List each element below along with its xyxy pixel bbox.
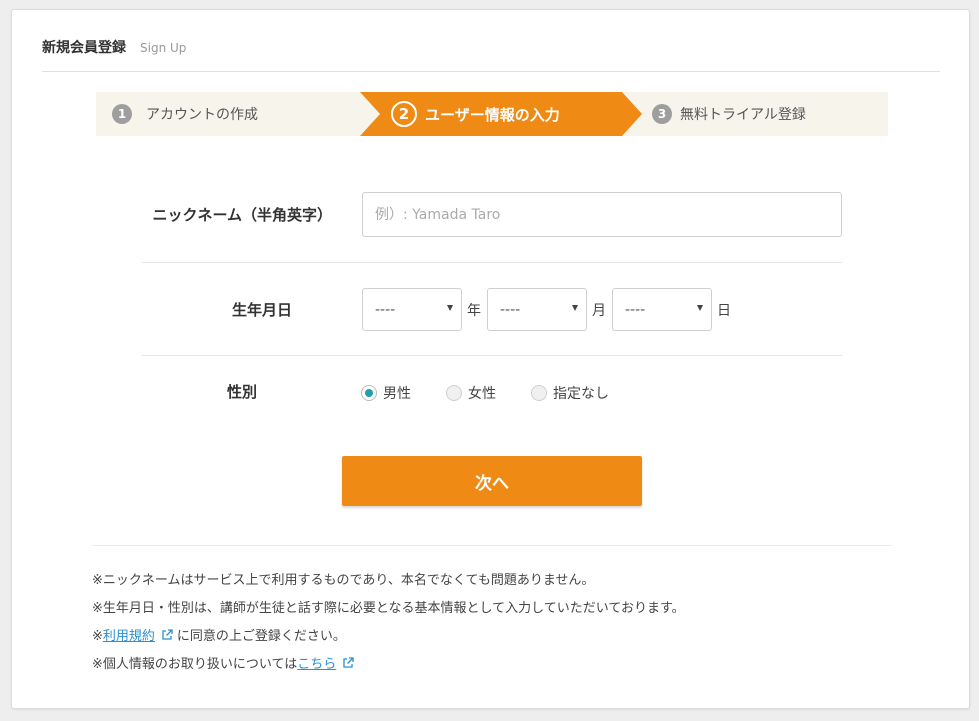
chevron-down-icon <box>697 305 703 311</box>
progress-steps: 1 アカウントの作成 2 ユーザー情報の入力 3 無料トライアル登録 <box>96 92 888 136</box>
gender-option-unspecified[interactable]: 指定なし <box>531 383 609 403</box>
note-birthday-gender: ※生年月日・性別は、講師が生徒と話す際に必要となる基本情報として入力していただい… <box>92 601 685 616</box>
gender-label: 性別 <box>226 382 257 401</box>
birth-year-select[interactable]: ---- <box>362 288 462 331</box>
nickname-label: ニックネーム（半角英字） <box>152 206 332 224</box>
note-prefix: ※個人情報のお取り扱いについては <box>92 657 298 672</box>
radio-checked-icon[interactable] <box>361 385 377 401</box>
step-number-1: 1 <box>112 104 132 124</box>
birthday-label: 生年月日 <box>231 301 292 319</box>
radio-unchecked-icon[interactable] <box>531 385 547 401</box>
row-divider <box>142 262 842 263</box>
page-title: 新規会員登録 <box>42 40 126 56</box>
radio-unchecked-icon[interactable] <box>446 385 462 401</box>
step-number-2: 2 <box>391 101 417 127</box>
step-label: 無料トライアル登録 <box>680 107 806 123</box>
month-unit: 月 <box>592 302 606 319</box>
external-link-icon[interactable] <box>161 629 173 641</box>
birth-month-value: ---- <box>500 301 521 318</box>
birth-day-value: ---- <box>625 301 646 318</box>
step-user-info: 2 ユーザー情報の入力 <box>391 92 560 136</box>
year-unit: 年 <box>467 302 481 319</box>
radio-label: 指定なし <box>553 386 609 402</box>
step-free-trial: 3 無料トライアル登録 <box>652 92 806 136</box>
nickname-input[interactable] <box>362 192 842 237</box>
signup-card: 新規会員登録 Sign Up 1 アカウントの作成 2 ユーザー情報の入力 3 … <box>11 9 970 709</box>
birth-day-select[interactable]: ---- <box>612 288 712 331</box>
notes: ※ニックネームはサービス上で利用するものであり、本名でなくても問題ありません。 … <box>92 571 685 683</box>
page-subtitle: Sign Up <box>140 41 187 55</box>
step-account-creation: 1 アカウントの作成 <box>112 92 258 136</box>
next-button[interactable]: 次へ <box>342 456 642 506</box>
external-link-icon[interactable] <box>342 657 354 669</box>
radio-label: 男性 <box>383 386 411 402</box>
chevron-down-icon <box>447 305 453 311</box>
note-privacy: ※個人情報のお取り扱いについてはこちら <box>92 655 685 683</box>
birth-month-select[interactable]: ---- <box>487 288 587 331</box>
row-divider <box>142 355 842 356</box>
step-number-3: 3 <box>652 104 672 124</box>
step-label: ユーザー情報の入力 <box>425 105 560 124</box>
terms-link[interactable]: 利用規約 <box>103 629 155 644</box>
gender-option-female[interactable]: 女性 <box>446 383 496 403</box>
step-label: アカウントの作成 <box>146 107 258 123</box>
gender-option-male[interactable]: 男性 <box>361 383 411 403</box>
note-nickname: ※ニックネームはサービス上で利用するものであり、本名でなくても問題ありません。 <box>92 573 595 588</box>
card-header: 新規会員登録 Sign Up <box>42 37 940 72</box>
notes-divider <box>92 545 892 546</box>
privacy-link[interactable]: こちら <box>297 657 336 672</box>
radio-label: 女性 <box>468 386 496 402</box>
note-prefix: ※ <box>92 629 103 644</box>
note-terms: ※利用規約 に同意の上ご登録ください。 <box>92 627 685 655</box>
note-suffix: に同意の上ご登録ください。 <box>176 629 346 644</box>
chevron-down-icon <box>572 305 578 311</box>
day-unit: 日 <box>717 302 731 319</box>
birth-year-value: ---- <box>375 301 396 318</box>
